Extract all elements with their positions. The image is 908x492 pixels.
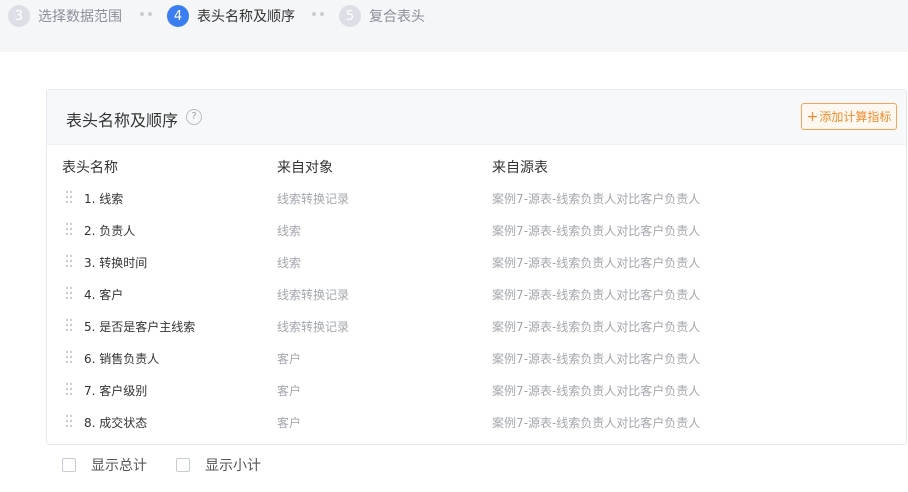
table-row[interactable]: 7. 客户级别 客户 案例7-源表-线索负责人对比客户负责人 bbox=[47, 382, 906, 414]
add-button-label: 添加计算指标 bbox=[819, 110, 892, 124]
row-source: 案例7-源表-线索负责人对比客户负责人 bbox=[492, 416, 701, 430]
show-total-checkbox[interactable] bbox=[62, 458, 76, 472]
step-separator bbox=[140, 12, 152, 16]
step-3[interactable]: 3 选择数据范围 bbox=[8, 5, 122, 27]
drag-handle-icon[interactable] bbox=[65, 350, 73, 364]
row-source: 案例7-源表-线索负责人对比客户负责人 bbox=[492, 256, 701, 270]
panel-title: 表头名称及顺序 bbox=[66, 111, 179, 130]
row-name: 6. 销售负责人 bbox=[84, 352, 160, 366]
drag-handle-icon[interactable] bbox=[65, 382, 73, 396]
table-row[interactable]: 1. 线索 线索转换记录 案例7-源表-线索负责人对比客户负责人 bbox=[47, 190, 906, 222]
row-name: 4. 客户 bbox=[84, 288, 124, 302]
drag-handle-icon[interactable] bbox=[65, 222, 73, 236]
show-subtotal-option[interactable]: 显示小计 bbox=[176, 455, 261, 475]
table-row[interactable]: 6. 销售负责人 客户 案例7-源表-线索负责人对比客户负责人 bbox=[47, 350, 906, 382]
column-header-source: 来自源表 bbox=[492, 160, 548, 176]
plus-icon: + bbox=[806, 108, 819, 125]
step-5[interactable]: 5 复合表头 bbox=[339, 5, 425, 27]
show-subtotal-label: 显示小计 bbox=[205, 458, 261, 474]
steps-bar: 3 选择数据范围 4 表头名称及顺序 5 复合表头 bbox=[0, 0, 908, 52]
row-object: 线索 bbox=[277, 224, 302, 238]
table-row[interactable]: 3. 转换时间 线索 案例7-源表-线索负责人对比客户负责人 bbox=[47, 254, 906, 286]
row-source: 案例7-源表-线索负责人对比客户负责人 bbox=[492, 192, 701, 206]
row-object: 线索转换记录 bbox=[277, 320, 350, 334]
drag-handle-icon[interactable] bbox=[65, 254, 73, 268]
step-label: 复合表头 bbox=[369, 9, 425, 25]
column-header-name: 表头名称 bbox=[62, 160, 118, 176]
row-name: 3. 转换时间 bbox=[84, 256, 148, 270]
row-name: 5. 是否是客户主线索 bbox=[84, 320, 196, 334]
row-name: 8. 成交状态 bbox=[84, 416, 148, 430]
table-row[interactable]: 2. 负责人 线索 案例7-源表-线索负责人对比客户负责人 bbox=[47, 222, 906, 254]
panel-header: 表头名称及顺序 ? + 添加计算指标 bbox=[47, 90, 906, 145]
column-header-object: 来自对象 bbox=[277, 160, 333, 176]
step-label: 表头名称及顺序 bbox=[197, 9, 295, 25]
help-icon[interactable]: ? bbox=[186, 109, 202, 125]
drag-handle-icon[interactable] bbox=[65, 414, 73, 428]
row-name: 2. 负责人 bbox=[84, 224, 136, 238]
row-object: 线索 bbox=[277, 256, 302, 270]
row-source: 案例7-源表-线索负责人对比客户负责人 bbox=[492, 384, 701, 398]
step-number: 4 bbox=[167, 5, 189, 27]
row-source: 案例7-源表-线索负责人对比客户负责人 bbox=[492, 320, 701, 334]
row-name: 7. 客户级别 bbox=[84, 384, 148, 398]
step-separator bbox=[312, 12, 324, 16]
table-row[interactable]: 4. 客户 线索转换记录 案例7-源表-线索负责人对比客户负责人 bbox=[47, 286, 906, 318]
row-object: 线索转换记录 bbox=[277, 192, 350, 206]
row-object: 客户 bbox=[277, 416, 302, 430]
show-total-option[interactable]: 显示总计 bbox=[62, 455, 147, 475]
add-calculated-metric-button[interactable]: + 添加计算指标 bbox=[801, 103, 897, 130]
drag-handle-icon[interactable] bbox=[65, 190, 73, 204]
table-row[interactable]: 8. 成交状态 客户 案例7-源表-线索负责人对比客户负责人 bbox=[47, 414, 906, 446]
step-4[interactable]: 4 表头名称及顺序 bbox=[167, 5, 295, 27]
step-number: 3 bbox=[8, 5, 30, 27]
step-label: 选择数据范围 bbox=[38, 9, 122, 25]
drag-handle-icon[interactable] bbox=[65, 318, 73, 332]
row-source: 案例7-源表-线索负责人对比客户负责人 bbox=[492, 224, 701, 238]
show-total-label: 显示总计 bbox=[91, 458, 147, 474]
show-subtotal-checkbox[interactable] bbox=[176, 458, 190, 472]
row-object: 线索转换记录 bbox=[277, 288, 350, 302]
header-order-panel: 表头名称及顺序 ? + 添加计算指标 表头名称 来自对象 来自源表 1. 线索线… bbox=[46, 89, 907, 445]
row-source: 案例7-源表-线索负责人对比客户负责人 bbox=[492, 352, 701, 366]
table-row[interactable]: 5. 是否是客户主线索 线索转换记录 案例7-源表-线索负责人对比客户负责人 bbox=[47, 318, 906, 350]
drag-handle-icon[interactable] bbox=[65, 286, 73, 300]
row-object: 客户 bbox=[277, 384, 302, 398]
row-source: 案例7-源表-线索负责人对比客户负责人 bbox=[492, 288, 701, 302]
row-name: 1. 线索 bbox=[84, 192, 124, 206]
row-object: 客户 bbox=[277, 352, 302, 366]
step-number: 5 bbox=[339, 5, 361, 27]
